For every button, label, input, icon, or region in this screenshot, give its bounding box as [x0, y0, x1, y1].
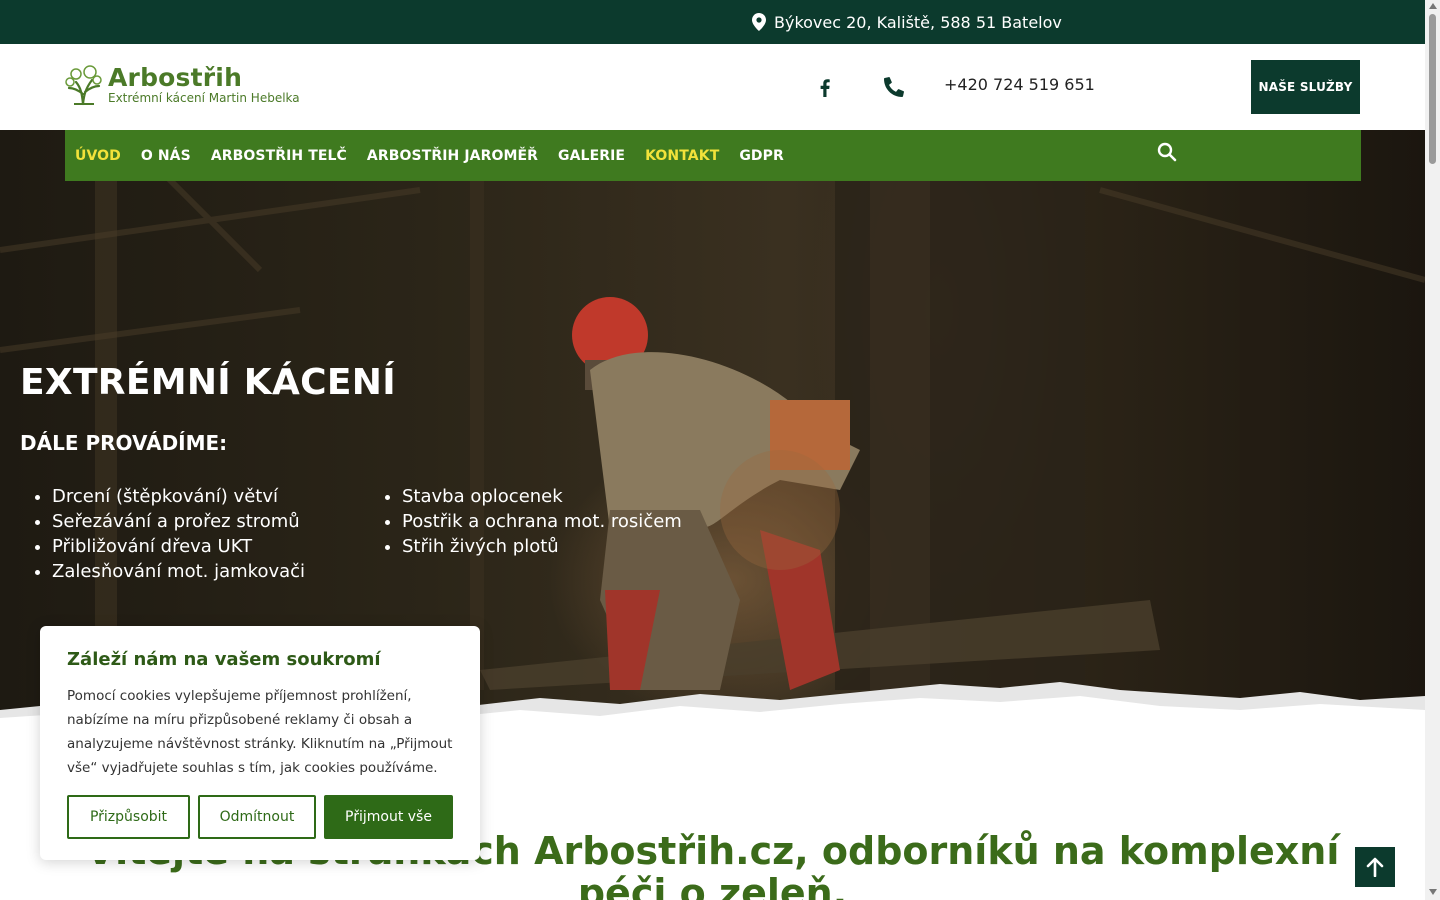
nav-item-o-nas[interactable]: O NÁS — [141, 148, 191, 164]
site-logo[interactable]: Arbostřih Extrémní kácení Martin Hebelka — [64, 64, 300, 106]
services-list-right: Stavba oplocenek Postřik a ochrana mot. … — [402, 484, 682, 559]
list-item: Zalesňování mot. jamkovači — [52, 559, 305, 584]
logo-name: Arbostřih — [108, 63, 243, 92]
scroll-down-arrow-icon[interactable] — [1429, 889, 1437, 895]
cookie-consent-panel: Záleží nám na vašem soukromí Pomocí cook… — [40, 626, 480, 860]
search-icon[interactable] — [1157, 142, 1177, 162]
cookie-title: Záleží nám na vašem soukromí — [67, 649, 381, 670]
page-scrollbar[interactable] — [1425, 0, 1440, 900]
list-item: Seřezávání a prořez stromů — [52, 509, 305, 534]
services-list-left: Drcení (štěpkování) větví Seřezávání a p… — [52, 484, 305, 584]
cookie-text: Pomocí cookies vylepšujeme příjemnost pr… — [67, 688, 453, 776]
cookie-customize-button[interactable]: Přizpůsobit — [67, 795, 190, 839]
services-button[interactable]: NAŠE SLUŽBY — [1251, 60, 1360, 114]
list-item: Postřik a ochrana mot. rosičem — [402, 509, 682, 534]
logo-tagline: Extrémní kácení Martin Hebelka — [108, 91, 300, 105]
site-header: Arbostřih Extrémní kácení Martin Hebelka… — [0, 44, 1425, 130]
nav-item-gdpr[interactable]: GDPR — [739, 148, 784, 164]
nav-item-arbostrih-jaromer[interactable]: ARBOSTŘIH JAROMĚŘ — [367, 148, 538, 164]
facebook-icon[interactable] — [815, 77, 835, 97]
header-phone-number[interactable]: +420 724 519 651 — [944, 75, 1095, 94]
cookie-accept-button[interactable]: Přijmout vše — [324, 795, 453, 839]
nav-item-kontakt[interactable]: KONTAKT — [645, 148, 719, 164]
list-item: Drcení (štěpkování) větví — [52, 484, 305, 509]
list-item: Střih živých plotů — [402, 534, 682, 559]
phone-icon[interactable] — [884, 77, 904, 97]
address: Býkovec 20, Kaliště, 588 51 Batelov — [752, 0, 1062, 44]
nav-item-galerie[interactable]: GALERIE — [558, 148, 625, 164]
arrow-up-icon — [1366, 857, 1384, 877]
top-bar: Býkovec 20, Kaliště, 588 51 Batelov — [0, 0, 1425, 44]
main-nav: ÚVOD O NÁS ARBOSTŘIH TELČ ARBOSTŘIH JARO… — [65, 130, 1361, 181]
address-text: Býkovec 20, Kaliště, 588 51 Batelov — [774, 12, 1062, 32]
scroll-up-arrow-icon[interactable] — [1429, 3, 1437, 9]
scrollbar-thumb[interactable] — [1429, 14, 1436, 164]
back-to-top-button[interactable] — [1355, 847, 1395, 887]
hero-title: EXTRÉMNÍ KÁCENÍ — [20, 362, 396, 403]
nav-item-uvod[interactable]: ÚVOD — [75, 148, 121, 164]
list-item: Stavba oplocenek — [402, 484, 682, 509]
hero-subtitle: DÁLE PROVÁDÍME: — [20, 431, 228, 455]
map-pin-icon — [752, 13, 766, 31]
tree-logo-icon — [65, 65, 102, 106]
nav-item-arbostrih-telc[interactable]: ARBOSTŘIH TELČ — [211, 148, 347, 164]
cookie-reject-button[interactable]: Odmítnout — [198, 795, 316, 839]
list-item: Přibližování dřeva UKT — [52, 534, 305, 559]
